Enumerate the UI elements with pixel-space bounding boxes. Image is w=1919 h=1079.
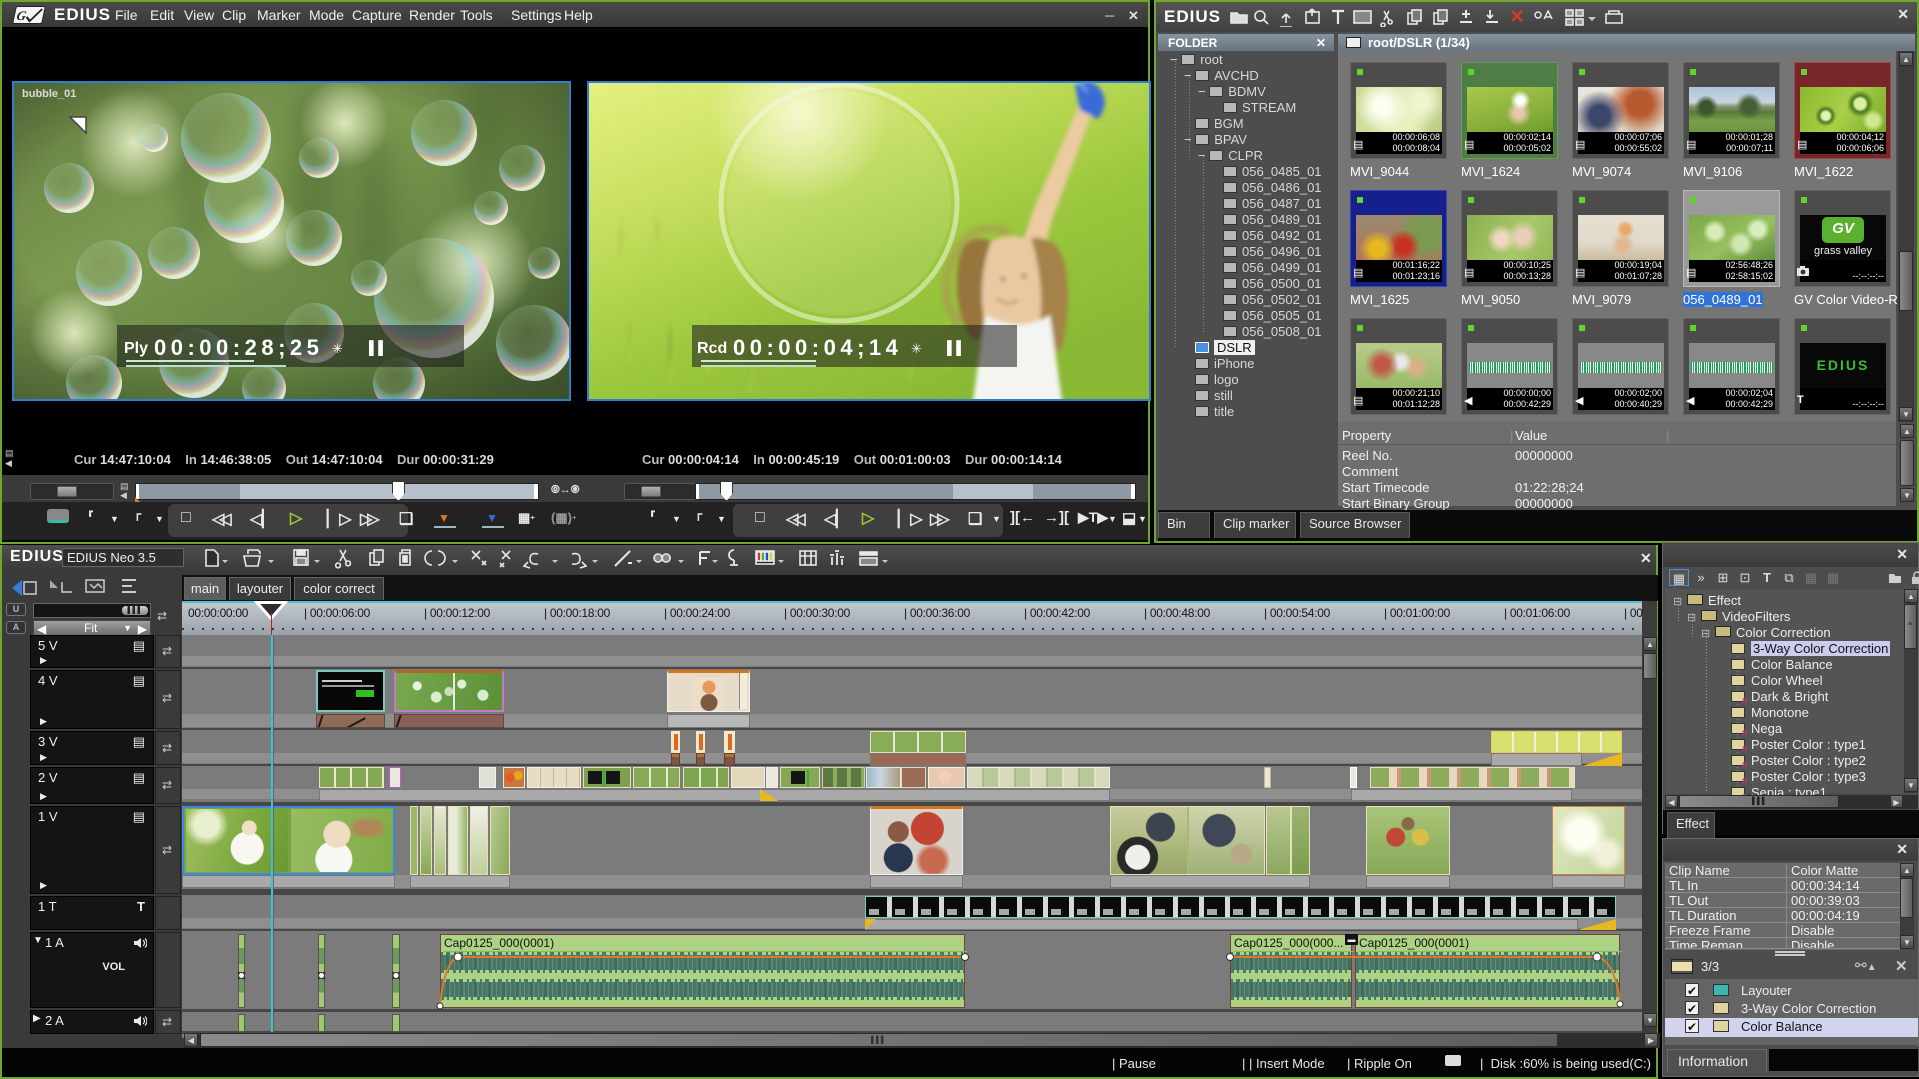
svg-text:00:00:04;14: 00:00:04;14 (733, 335, 902, 360)
svg-text:✳: ✳ (332, 341, 343, 356)
svg-text:bubble_01: bubble_01 (22, 88, 76, 100)
svg-text:Ply: Ply (124, 340, 148, 357)
svg-text:Rcd: Rcd (697, 340, 727, 357)
svg-text:▌▌: ▌▌ (947, 340, 965, 356)
svg-text:G: G (15, 8, 28, 23)
svg-text:00:00:28;25: 00:00:28;25 (154, 335, 323, 360)
svg-text:▌▌: ▌▌ (369, 340, 387, 356)
svg-text:✳: ✳ (911, 341, 922, 356)
